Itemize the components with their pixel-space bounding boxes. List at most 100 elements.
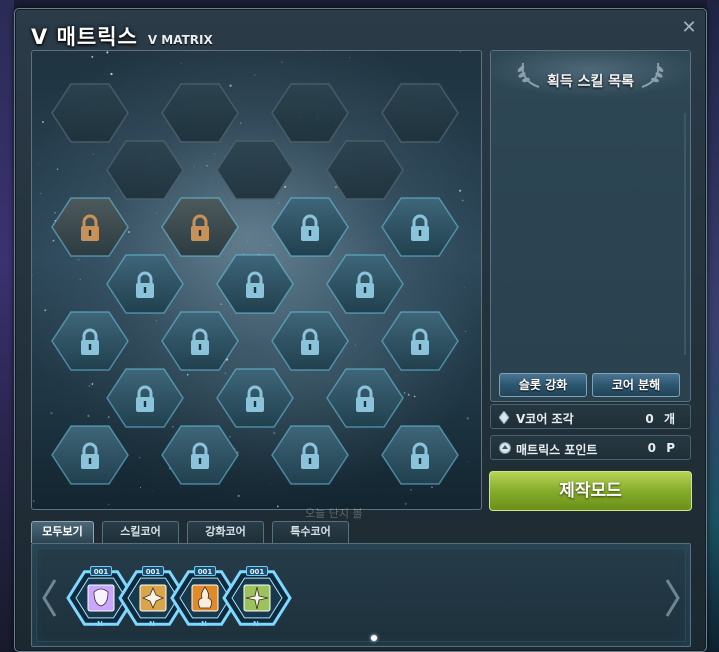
star-dot — [459, 51, 461, 53]
acquired-skill-panel: 획득 스킬 목록 슬롯 강화 코어 분해 — [490, 50, 691, 402]
tab-skill-core[interactable]: 스킬코어 — [102, 521, 179, 543]
star-dot — [413, 395, 416, 398]
star-dot — [466, 417, 469, 420]
star-dot — [54, 212, 56, 214]
star-dot — [254, 74, 256, 76]
tab-special-core[interactable]: 특수코어 — [272, 521, 349, 543]
star-dot — [282, 311, 284, 313]
star-dot — [349, 57, 351, 59]
star-dot — [88, 385, 91, 388]
window-title-bar[interactable]: V 매트릭스 V MATRIX — [31, 21, 213, 51]
star-dot — [269, 484, 271, 486]
matrix-board — [31, 50, 482, 510]
star-dot — [278, 202, 280, 204]
core-grade-label: N — [97, 620, 103, 628]
star-dot — [42, 121, 44, 123]
matrix-point-row: 매트릭스 포인트 0 P — [490, 435, 691, 460]
star-dot — [37, 163, 39, 165]
matrix-point-icon — [499, 442, 511, 454]
star-dot — [404, 502, 407, 505]
core-item-special[interactable]: 001 N — [222, 560, 292, 636]
ghost-text-line-1: 오늘 단지 볼 — [305, 507, 363, 520]
star-dot — [239, 122, 242, 124]
star-dot — [334, 186, 338, 189]
core-count-badge: 001 — [142, 566, 164, 576]
star-dot — [139, 486, 142, 488]
star-dot — [172, 426, 174, 428]
star-dot — [326, 54, 328, 55]
skill-list-title: 획득 스킬 목록 — [546, 74, 635, 90]
star-dot — [128, 231, 130, 233]
star-dot — [213, 153, 216, 155]
star-dot — [151, 490, 153, 492]
star-dot — [224, 372, 227, 375]
star-dot — [462, 199, 464, 202]
core-grade-label: N — [149, 620, 155, 628]
v-core-shard-value: 0 개 — [645, 412, 678, 426]
core-disassemble-button[interactable]: 코어 분해 — [592, 373, 680, 397]
star-dot — [138, 456, 141, 459]
tab-enhance-core[interactable]: 강화코어 — [187, 521, 264, 543]
tab-all[interactable]: 모두보기 — [31, 521, 94, 543]
star-dot — [107, 67, 109, 69]
star-dot — [32, 500, 35, 502]
page-indicator-dot[interactable] — [371, 635, 377, 641]
core-grade-label: N — [201, 620, 207, 628]
star-dot — [155, 212, 158, 214]
matrix-point-label: 매트릭스 포인트 — [516, 443, 598, 457]
window-subtitle: V MATRIX — [147, 33, 213, 47]
core-count-badge: 001 — [90, 566, 112, 576]
star-dot — [106, 51, 109, 54]
star-dot — [211, 181, 212, 182]
star-dot — [269, 244, 271, 246]
star-dot — [229, 84, 232, 87]
core-inventory-tray: 001 N 001 N 001 N 001 N — [31, 543, 691, 647]
core-count-badge: 001 — [194, 566, 216, 576]
star-dot — [44, 309, 47, 312]
star-dot — [110, 72, 113, 76]
star-dot — [108, 503, 110, 506]
star-dot — [156, 319, 158, 321]
background-right-edge — [707, 0, 719, 652]
star-dot — [186, 373, 189, 376]
star-dot — [87, 414, 90, 418]
star-dot — [464, 287, 466, 288]
skill-list-scrollbar[interactable] — [684, 113, 686, 355]
core-grade-label: N — [253, 620, 259, 628]
star-dot — [107, 416, 110, 418]
matrix-point-value: 0 P — [647, 441, 678, 455]
slot-upgrade-button[interactable]: 슬롯 강화 — [499, 373, 587, 397]
matrix-hex-grid — [32, 51, 481, 509]
v-matrix-window: V 매트릭스 V MATRIX ✕ 획득 스킬 목록 슬롯 강화 코어 분해 V… — [14, 8, 707, 652]
star-dot — [247, 241, 248, 243]
core-count-badge: 001 — [246, 566, 268, 576]
star-dot — [276, 505, 279, 508]
window-title: V 매트릭스 — [31, 25, 138, 49]
star-dot — [115, 190, 117, 192]
skill-panel-header: 획득 스킬 목록 — [491, 51, 690, 99]
tray-next-arrow-icon[interactable] — [664, 578, 682, 618]
star-dot — [92, 153, 95, 155]
star-dot — [39, 192, 42, 195]
star-dot — [459, 189, 462, 192]
star-dot — [91, 55, 94, 58]
star-dot — [56, 168, 59, 170]
v-core-shard-label: V코어 조각 — [516, 412, 574, 426]
star-dot — [193, 165, 196, 167]
star-dot — [229, 435, 231, 438]
star-dot — [180, 63, 182, 65]
star-dot — [220, 303, 223, 305]
star-dot — [50, 412, 53, 415]
star-dot — [281, 61, 283, 63]
star-dot — [410, 489, 412, 491]
star-dot — [79, 278, 81, 281]
star-dot — [91, 383, 94, 385]
craft-mode-button[interactable]: 제작모드 — [489, 471, 692, 511]
star-dot — [431, 486, 433, 488]
close-button[interactable]: ✕ — [680, 19, 698, 37]
star-dot — [407, 393, 410, 396]
star-dot — [284, 185, 287, 188]
shard-diamond-icon — [499, 411, 509, 424]
tray-prev-arrow-icon[interactable] — [40, 578, 58, 618]
star-dot — [403, 392, 406, 394]
